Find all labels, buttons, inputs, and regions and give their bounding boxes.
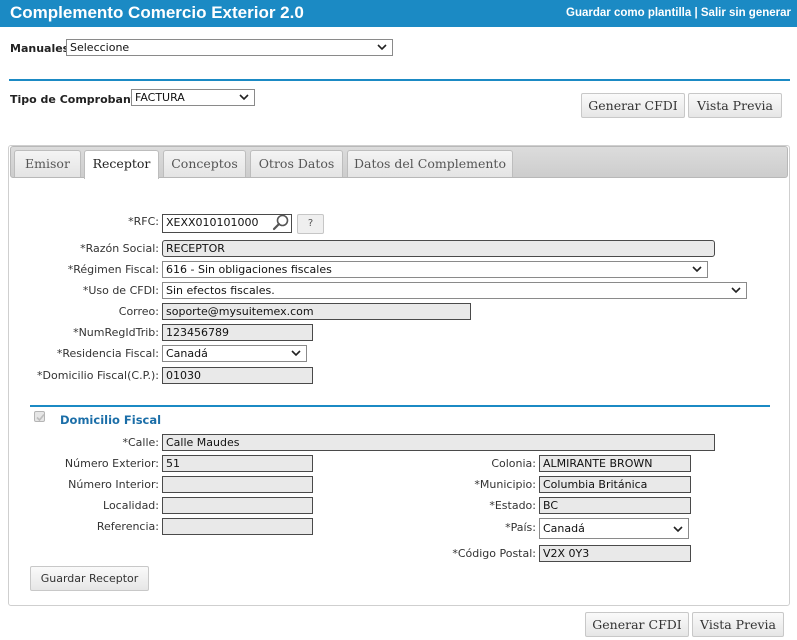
preview-button[interactable]: Vista Previa xyxy=(688,93,782,118)
help-button[interactable]: ? xyxy=(297,214,324,234)
numero-interior-input[interactable] xyxy=(162,476,313,493)
localidad-input[interactable] xyxy=(162,497,313,514)
chevron-down-icon xyxy=(731,287,741,294)
chevron-down-icon xyxy=(239,94,249,101)
tab-receptor[interactable]: Receptor xyxy=(84,150,159,179)
municipio-input[interactable]: Columbia Británica xyxy=(539,476,691,493)
numero-exterior-label: Número Exterior: xyxy=(64,457,159,470)
pais-select[interactable]: Canadá xyxy=(539,518,689,539)
razon-social-input[interactable]: RECEPTOR xyxy=(162,240,715,257)
domicilio-fiscal-cp-label: *Domicilio Fiscal(C.P.): xyxy=(37,369,159,382)
domicilio-fiscal-checkbox[interactable] xyxy=(34,411,45,422)
localidad-label: Localidad: xyxy=(103,499,159,512)
tab-conceptos[interactable]: Conceptos xyxy=(163,150,246,177)
header-bar: Complemento Comercio Exterior 2.0 Guarda… xyxy=(0,0,797,27)
tipo-comprobante-select[interactable]: FACTURA xyxy=(131,89,255,106)
residencia-fiscal-select-value: Canadá xyxy=(166,347,208,360)
tab-otros-datos[interactable]: Otros Datos xyxy=(250,150,343,177)
tab-emisor[interactable]: Emisor xyxy=(14,150,81,177)
regimen-fiscal-select[interactable]: 616 - Sin obligaciones fiscales xyxy=(162,261,708,278)
numero-interior-label: Número Interior: xyxy=(68,478,159,491)
num-reg-id-trib-label: *NumRegIdTrib: xyxy=(73,326,159,339)
page-title: Complemento Comercio Exterior 2.0 xyxy=(10,3,304,22)
save-template-link[interactable]: Guardar como plantilla xyxy=(566,7,691,19)
exit-without-generating-link[interactable]: Salir sin generar xyxy=(701,7,791,19)
manuales-select[interactable]: Seleccione xyxy=(66,39,393,56)
uso-cfdi-select[interactable]: Sin efectos fiscales. xyxy=(162,282,747,299)
manuales-label: Manuales: xyxy=(10,42,74,55)
calle-input[interactable]: Calle Maudes xyxy=(162,434,715,451)
regimen-fiscal-label: *Régimen Fiscal: xyxy=(67,263,159,276)
search-icon[interactable] xyxy=(272,213,290,231)
estado-label: *Estado: xyxy=(489,499,536,512)
generate-cfdi-button-bottom[interactable]: Generar CFDI xyxy=(585,612,689,637)
razon-social-label: *Razón Social: xyxy=(80,242,159,255)
referencia-label: Referencia: xyxy=(96,520,159,533)
estado-input[interactable]: BC xyxy=(539,497,691,514)
municipio-label: *Municipio: xyxy=(474,478,536,491)
residencia-fiscal-select[interactable]: Canadá xyxy=(162,345,307,362)
tipo-comprobante-select-value: FACTURA xyxy=(135,91,185,104)
chevron-down-icon xyxy=(377,44,387,51)
uso-cfdi-label: *Uso de CFDI: xyxy=(82,284,159,297)
chevron-down-icon xyxy=(673,526,683,533)
domicilio-fiscal-title: Domicilio Fiscal xyxy=(60,413,162,427)
regimen-fiscal-select-value: 616 - Sin obligaciones fiscales xyxy=(166,263,332,276)
uso-cfdi-select-value: Sin efectos fiscales. xyxy=(166,284,275,297)
rfc-label: *RFC: xyxy=(128,215,159,228)
header-separator: | xyxy=(691,7,701,19)
chevron-down-icon xyxy=(291,350,301,357)
generate-cfdi-button[interactable]: Generar CFDI xyxy=(581,93,685,118)
chevron-down-icon xyxy=(692,266,702,273)
tipo-comprobante-label: Tipo de Comprobante: xyxy=(10,93,148,106)
colonia-label: Colonia: xyxy=(491,457,536,470)
codigo-postal-label: *Código Postal: xyxy=(452,547,536,560)
save-receptor-button[interactable]: Guardar Receptor xyxy=(30,566,149,591)
correo-input[interactable]: soporte@mysuitemex.com xyxy=(162,303,471,320)
section-divider xyxy=(30,405,770,407)
calle-label: *Calle: xyxy=(122,436,159,449)
residencia-fiscal-label: *Residencia Fiscal: xyxy=(56,347,159,360)
divider xyxy=(9,79,790,81)
preview-button-bottom[interactable]: Vista Previa xyxy=(692,612,784,637)
pais-label: *País: xyxy=(505,521,536,534)
colonia-input[interactable]: ALMIRANTE BROWN xyxy=(539,455,691,472)
num-reg-id-trib-input[interactable]: 123456789 xyxy=(162,324,313,341)
check-icon xyxy=(36,413,45,422)
domicilio-fiscal-cp-input[interactable]: 01030 xyxy=(162,367,313,384)
referencia-input[interactable] xyxy=(162,518,313,535)
header-actions: Guardar como plantilla | Salir sin gener… xyxy=(566,7,791,19)
manuales-select-value: Seleccione xyxy=(70,41,130,54)
pais-select-value: Canadá xyxy=(543,522,585,535)
numero-exterior-input[interactable]: 51 xyxy=(162,455,313,472)
correo-label: Correo: xyxy=(118,305,159,318)
codigo-postal-input[interactable]: V2X 0Y3 xyxy=(539,545,691,562)
tab-datos-complemento[interactable]: Datos del Complemento xyxy=(347,150,513,177)
